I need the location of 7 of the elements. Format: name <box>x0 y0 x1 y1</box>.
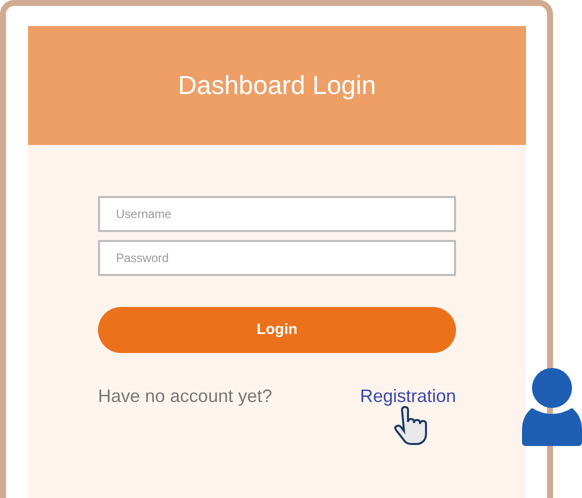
password-field[interactable]: Password <box>98 240 456 276</box>
account-prompt: Have no account yet? <box>98 385 272 408</box>
registration-link[interactable]: Registration <box>360 383 456 410</box>
hand-cursor-icon <box>394 406 428 446</box>
username-field[interactable]: Username <box>98 196 456 232</box>
user-icon <box>522 368 582 448</box>
login-title: Dashboard Login <box>178 70 376 102</box>
